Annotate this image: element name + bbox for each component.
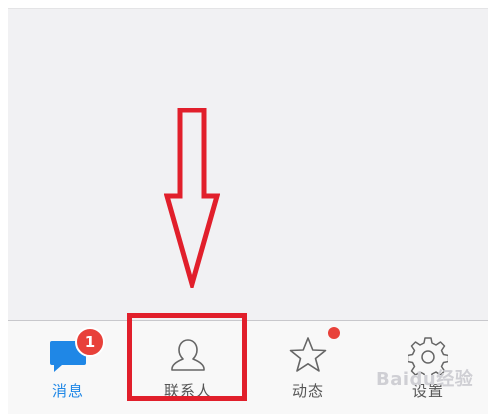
tab-messages-label: 消息 <box>51 382 84 400</box>
watermark-logo: Baidu经验 <box>376 369 474 390</box>
tab-moments[interactable]: 动态 <box>248 321 368 414</box>
tab-moments-label: 动态 <box>291 382 324 400</box>
unread-count-badge: 1 <box>75 327 105 357</box>
tab-messages[interactable]: 消息 <box>8 321 128 414</box>
annotation-arrow-icon <box>164 108 220 288</box>
star-icon <box>289 337 327 372</box>
new-activity-dot <box>328 327 340 339</box>
annotation-highlight-box <box>127 313 247 401</box>
content-area <box>8 9 488 320</box>
app-screen: 消息 联系人 动态 设置 1 Baidu经验 <box>8 8 488 414</box>
